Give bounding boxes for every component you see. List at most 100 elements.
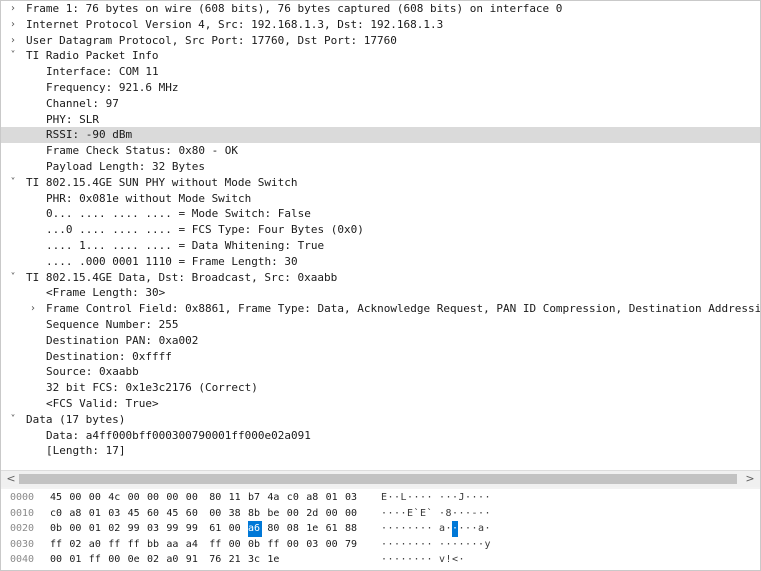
ascii-char[interactable]: · (394, 506, 400, 522)
ascii-char[interactable]: · (485, 521, 491, 537)
scrollbar-thumb[interactable] (19, 474, 737, 484)
hex-byte[interactable]: 03 (108, 506, 122, 522)
ascii-char[interactable]: · (459, 552, 465, 568)
packet-bytes-pane[interactable]: 0000 45 00 00 4c 00 00 00 00 80 11 b7 4a c0 a8 01 03 E · · L… (1, 490, 760, 570)
hex-byte[interactable]: 99 (166, 521, 180, 537)
hex-byte[interactable]: c0 (50, 506, 64, 522)
hex-byte[interactable]: bb (147, 537, 161, 553)
hex-byte[interactable]: 38 (229, 506, 243, 522)
hex-byte[interactable]: 76 (209, 552, 223, 568)
hex-byte[interactable]: 80 (267, 521, 281, 537)
hex-byte[interactable]: 0e (128, 552, 142, 568)
pane-splitter[interactable] (1, 487, 760, 489)
expand-arrow-right-icon[interactable]: › (7, 1, 19, 17)
tree-field-row[interactable]: <FCS Valid: True> (1, 396, 760, 412)
expand-arrow-down-icon[interactable]: ˅ (7, 412, 19, 428)
tree-field-row[interactable]: 32 bit FCS: 0x1e3c2176 (Correct) (1, 380, 760, 396)
hex-byte[interactable]: ff (128, 537, 142, 553)
ascii-char[interactable]: ` (427, 506, 433, 522)
hex-byte[interactable]: 00 (147, 490, 161, 506)
ascii-char[interactable]: · (472, 490, 478, 506)
expand-arrow-right-icon[interactable]: › (7, 17, 19, 33)
ascii-char[interactable]: · (414, 490, 420, 506)
hex-byte[interactable]: 99 (186, 521, 200, 537)
tree-field-row[interactable]: ...0 .... .... .... = FCS Type: Four Byt… (1, 222, 760, 238)
ascii-char[interactable]: · (401, 521, 407, 537)
hex-byte[interactable]: 00 (229, 521, 243, 537)
hex-byte[interactable]: 00 (209, 506, 223, 522)
hex-byte[interactable]: 01 (326, 490, 340, 506)
ascii-char[interactable]: · (472, 537, 478, 553)
ascii-char[interactable]: - (472, 506, 478, 522)
tree-field-row[interactable]: .... .000 0001 1110 = Frame Length: 30 (1, 254, 760, 270)
ascii-char[interactable]: · (420, 490, 426, 506)
hex-byte[interactable]: 80 (209, 490, 223, 506)
ascii-char[interactable]: · (401, 506, 407, 522)
hex-byte[interactable]: ff (267, 537, 281, 553)
hex-byte[interactable]: a8 (69, 506, 83, 522)
tree-section-row[interactable]: › Frame 1: 76 bytes on wire (608 bits), 7… (1, 1, 760, 17)
ascii-char[interactable]: ` (414, 506, 420, 522)
tree-field-row[interactable]: Interface: COM 11 (1, 64, 760, 80)
ascii-char[interactable]: E (381, 490, 387, 506)
ascii-char[interactable]: · (420, 537, 426, 553)
ascii-char[interactable]: · (381, 506, 387, 522)
ascii-char[interactable]: · (459, 506, 465, 522)
hex-byte[interactable]: 2d (306, 506, 320, 522)
ascii-char[interactable]: · (388, 537, 394, 553)
ascii-char[interactable]: · (465, 490, 471, 506)
hex-byte[interactable]: 60 (186, 506, 200, 522)
tree-field-row[interactable]: [Length: 17] (1, 443, 760, 459)
hex-byte[interactable]: 03 (306, 537, 320, 553)
hex-byte[interactable]: 00 (166, 490, 180, 506)
ascii-char[interactable]: · (388, 506, 394, 522)
tree-field-row[interactable]: RSSI: -90 dBm (1, 127, 760, 144)
hex-byte[interactable]: 03 (345, 490, 359, 506)
hex-byte[interactable]: 00 (69, 490, 83, 506)
hex-byte[interactable]: a8 (306, 490, 320, 506)
hex-byte[interactable]: a0 (89, 537, 103, 553)
hex-byte[interactable]: 45 (166, 506, 180, 522)
hex-byte[interactable]: a0 (166, 552, 180, 568)
ascii-char[interactable]: ! (446, 552, 452, 568)
hex-byte[interactable]: 00 (89, 490, 103, 506)
ascii-char[interactable]: J (459, 490, 465, 506)
tree-section-row[interactable]: ˅ TI 802.15.4GE SUN PHY without Mode Swit… (1, 175, 760, 191)
hex-byte[interactable]: 00 (345, 506, 359, 522)
hex-byte[interactable]: 0b (248, 537, 262, 553)
ascii-char[interactable]: · (446, 490, 452, 506)
ascii-char[interactable]: · (407, 521, 413, 537)
hex-byte[interactable]: 3c (248, 552, 262, 568)
hex-byte[interactable]: 00 (128, 490, 142, 506)
hex-byte[interactable]: 8b (248, 506, 262, 522)
scroll-right-icon[interactable]: > (742, 471, 758, 487)
hex-byte[interactable]: 01 (89, 521, 103, 537)
ascii-char[interactable]: L (401, 490, 407, 506)
ascii-char[interactable]: a (478, 521, 484, 537)
ascii-char[interactable]: · (407, 552, 413, 568)
hex-byte[interactable]: 00 (108, 552, 122, 568)
ascii-char[interactable]: 8 (446, 506, 452, 522)
tree-section-row[interactable]: ˅ TI 802.15.4GE Data, Dst: Broadcast, Src… (1, 270, 760, 286)
hex-byte[interactable]: 60 (147, 506, 161, 522)
ascii-char[interactable]: · (407, 537, 413, 553)
ascii-char[interactable]: · (414, 521, 420, 537)
ascii-char[interactable]: · (401, 552, 407, 568)
tree-field-row[interactable]: Destination PAN: 0xa002 (1, 333, 760, 349)
hex-byte[interactable]: ff (209, 537, 223, 553)
tree-field-row[interactable]: <Frame Length: 30> (1, 285, 760, 301)
ascii-char[interactable]: · (388, 521, 394, 537)
hex-byte[interactable]: 00 (50, 552, 64, 568)
ascii-char[interactable]: · (381, 521, 387, 537)
tree-field-row[interactable]: Destination: 0xffff (1, 349, 760, 365)
tree-section-row[interactable]: ˅ TI Radio Packet Info (1, 48, 760, 64)
tree-field-row[interactable]: › Frame Control Field: 0x8861, Frame Type… (1, 301, 760, 317)
hex-byte[interactable]: 1e (267, 552, 281, 568)
ascii-char[interactable]: · (394, 521, 400, 537)
ascii-char[interactable]: · (478, 490, 484, 506)
hex-byte[interactable]: 00 (326, 537, 340, 553)
ascii-char[interactable]: · (439, 490, 445, 506)
ascii-char[interactable]: · (394, 552, 400, 568)
tree-field-row[interactable]: PHR: 0x081e without Mode Switch (1, 191, 760, 207)
hex-byte[interactable]: 11 (229, 490, 243, 506)
